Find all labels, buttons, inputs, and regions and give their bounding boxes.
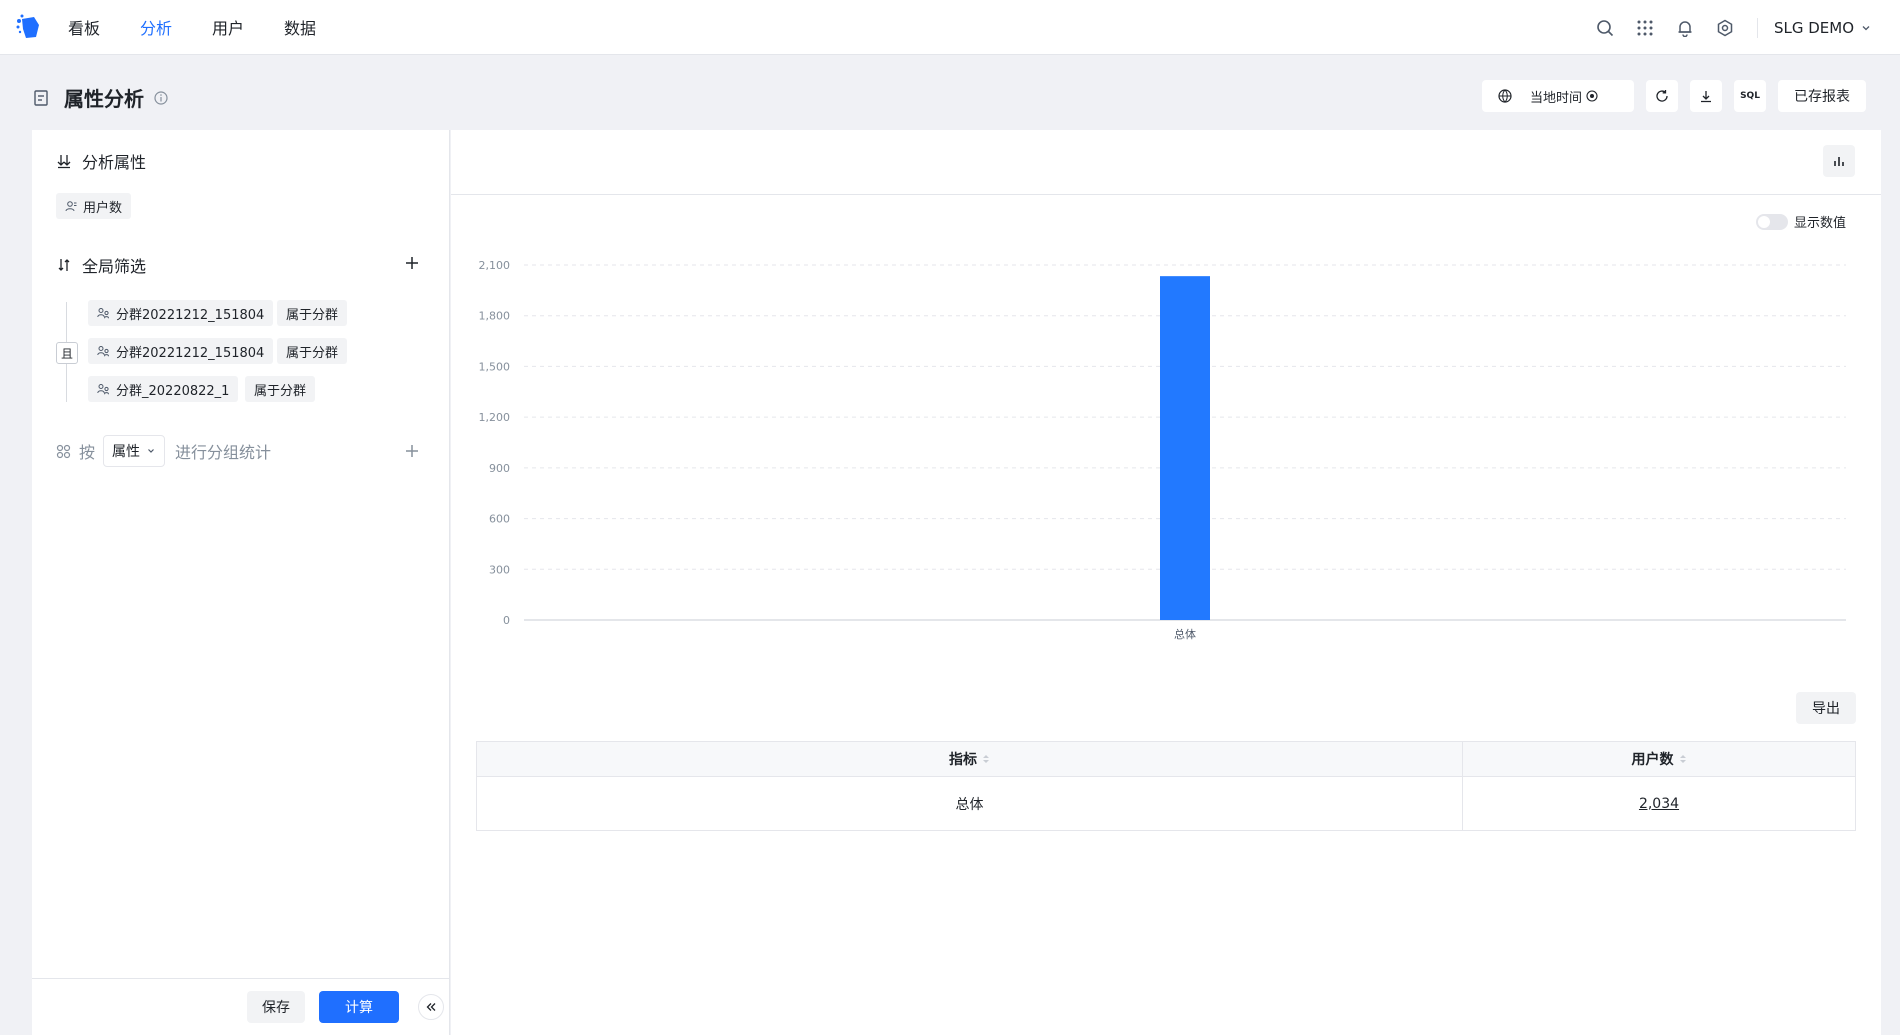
global-filter-title: 全局筛选 [82, 257, 147, 276]
group-by-icon [56, 444, 71, 458]
page-title: 属性分析 [64, 87, 144, 111]
result-panel: 显示数值 0 300 600 900 1,200 1,500 1,800 2,100 总体 导出… [451, 130, 1881, 1035]
double-chevron-left-icon [426, 1003, 436, 1011]
filter-segment-chip[interactable]: 分群20221212_151804 [88, 338, 274, 364]
refresh-icon [1656, 90, 1668, 102]
bell-icon[interactable] [1675, 18, 1695, 38]
timezone-label: 当地时间 [1530, 90, 1583, 106]
table-header-metric[interactable]: 指标 [477, 742, 1463, 777]
globe-icon [1498, 89, 1512, 103]
plus-icon [406, 257, 418, 269]
calculate-button[interactable]: 计算 [319, 991, 399, 1023]
table-header-row: 指标 用户数 [477, 742, 1855, 777]
sort-icon [982, 753, 990, 765]
account-menu[interactable]: SLG DEMO [1774, 19, 1872, 37]
refresh-button[interactable] [1646, 80, 1678, 112]
filter-segment-name: 分群20221212_151804 [116, 307, 265, 323]
filter-segment-name: 分群_20220822_1 [116, 383, 230, 399]
target-icon [1586, 90, 1598, 102]
sort-icon [1679, 753, 1687, 765]
download-button[interactable] [1690, 80, 1722, 112]
y-tick-label: 1,200 [479, 411, 511, 424]
filter-segment-chip[interactable]: 分群20221212_151804 [88, 300, 274, 326]
saved-reports-button[interactable]: 已存报表 [1778, 80, 1866, 112]
collapse-panel-button[interactable] [418, 994, 444, 1020]
group-by-prefix: 按 [79, 443, 96, 462]
sql-label: SQL [1740, 91, 1760, 101]
bar-chart: 0 300 600 900 1,200 1,500 1,800 2,100 总体 [479, 259, 1846, 641]
add-group-button[interactable] [402, 441, 422, 461]
analysis-attribute-section: 分析属性 [56, 149, 146, 173]
chevron-down-icon [148, 449, 154, 453]
timezone-button[interactable]: 当地时间 [1482, 80, 1634, 112]
bar [1160, 276, 1210, 620]
add-filter-button[interactable] [402, 253, 422, 273]
filter-operator-chip[interactable]: 属于分群 [277, 338, 348, 364]
app-logo-icon[interactable] [14, 13, 42, 41]
table-cell-users: 2,034 [1463, 777, 1855, 830]
nav-users[interactable]: 用户 [212, 15, 244, 39]
group-users-icon [97, 346, 109, 357]
y-tick-label: 1,500 [479, 360, 511, 373]
apps-grid-icon[interactable] [1635, 18, 1655, 38]
analysis-attribute-icon [57, 155, 71, 169]
y-tick-label: 600 [489, 513, 510, 526]
filter-operator-chip[interactable]: 属于分群 [277, 300, 348, 326]
plus-icon [406, 445, 418, 457]
top-nav: 看板 分析 用户 数据 SLG DEMO [0, 0, 1900, 55]
table-row: 总体 2,034 [477, 777, 1855, 830]
result-table: 指标 用户数 总体 2,034 [476, 741, 1856, 831]
page-header: 属性分析 当地时间 SQL 已存报表 [0, 56, 1900, 130]
config-footer: 保存 计算 [32, 978, 450, 1035]
sql-button[interactable]: SQL [1734, 80, 1766, 112]
global-filter-section: 全局筛选 [56, 253, 146, 277]
account-name: SLG DEMO [1773, 18, 1854, 37]
y-tick-label: 2,100 [479, 259, 511, 272]
user-icon [65, 201, 77, 212]
metric-chip-label: 用户数 [83, 200, 123, 216]
user-count-link[interactable]: 2,034 [1639, 796, 1679, 812]
filter-operator-chip[interactable]: 属于分群 [245, 376, 316, 402]
y-tick-label: 0 [503, 614, 510, 627]
config-panel: 分析属性 用户数 全局筛选 且 分群20221212_151804 属于分群 分… [32, 130, 450, 1035]
y-tick-label: 1,800 [479, 310, 511, 323]
group-users-icon [97, 308, 109, 319]
sort-filter-icon [58, 259, 70, 271]
export-button[interactable]: 导出 [1796, 692, 1856, 724]
download-icon [1701, 91, 1711, 103]
nav-dashboard[interactable]: 看板 [68, 15, 100, 39]
y-tick-label: 300 [489, 563, 510, 576]
group-by-select-value: 属性 [112, 444, 141, 460]
info-icon[interactable] [154, 90, 168, 105]
save-button[interactable]: 保存 [247, 991, 305, 1023]
chevron-down-icon [1862, 25, 1870, 30]
search-icon[interactable] [1595, 18, 1615, 38]
x-tick-label: 总体 [1174, 627, 1196, 641]
table-header-users[interactable]: 用户数 [1463, 742, 1855, 777]
gear-icon[interactable] [1715, 18, 1735, 38]
group-by-suffix: 进行分组统计 [175, 443, 272, 462]
filter-logic-toggle[interactable]: 且 [56, 342, 78, 364]
group-by-row: 按 属性 进行分组统计 [56, 435, 271, 467]
metric-chip[interactable]: 用户数 [56, 193, 132, 219]
nav-data[interactable]: 数据 [284, 15, 316, 39]
group-by-select[interactable]: 属性 [103, 435, 166, 467]
nav-analysis[interactable]: 分析 [140, 15, 172, 39]
table-header-label: 指标 [949, 752, 977, 768]
table-cell-metric: 总体 [477, 777, 1463, 830]
analysis-attribute-title: 分析属性 [82, 153, 147, 172]
group-users-icon [97, 384, 109, 395]
filter-segment-name: 分群20221212_151804 [116, 345, 265, 361]
table-header-label: 用户数 [1631, 752, 1674, 768]
y-tick-label: 900 [489, 462, 510, 475]
nav-divider [1756, 17, 1758, 38]
filter-segment-chip[interactable]: 分群_20220822_1 [88, 376, 239, 402]
report-icon [34, 89, 48, 106]
